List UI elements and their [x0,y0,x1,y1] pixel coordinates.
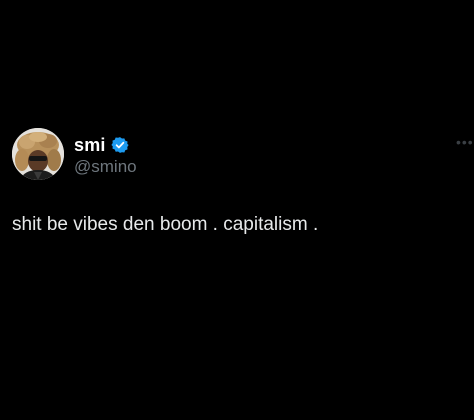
verified-badge-icon [111,136,129,154]
display-name[interactable]: smi [74,135,106,156]
avatar[interactable] [12,128,64,180]
tweet-text: shit be vibes den boom . capitalism . [12,214,319,235]
author-name-row[interactable]: smi [74,134,129,156]
more-options-icon[interactable]: ••• [456,135,474,149]
user-handle[interactable]: @smino [74,157,137,177]
avatar-image [12,128,64,180]
tweet-card: smi @smino ••• shit be vibes den boom . … [0,0,474,420]
